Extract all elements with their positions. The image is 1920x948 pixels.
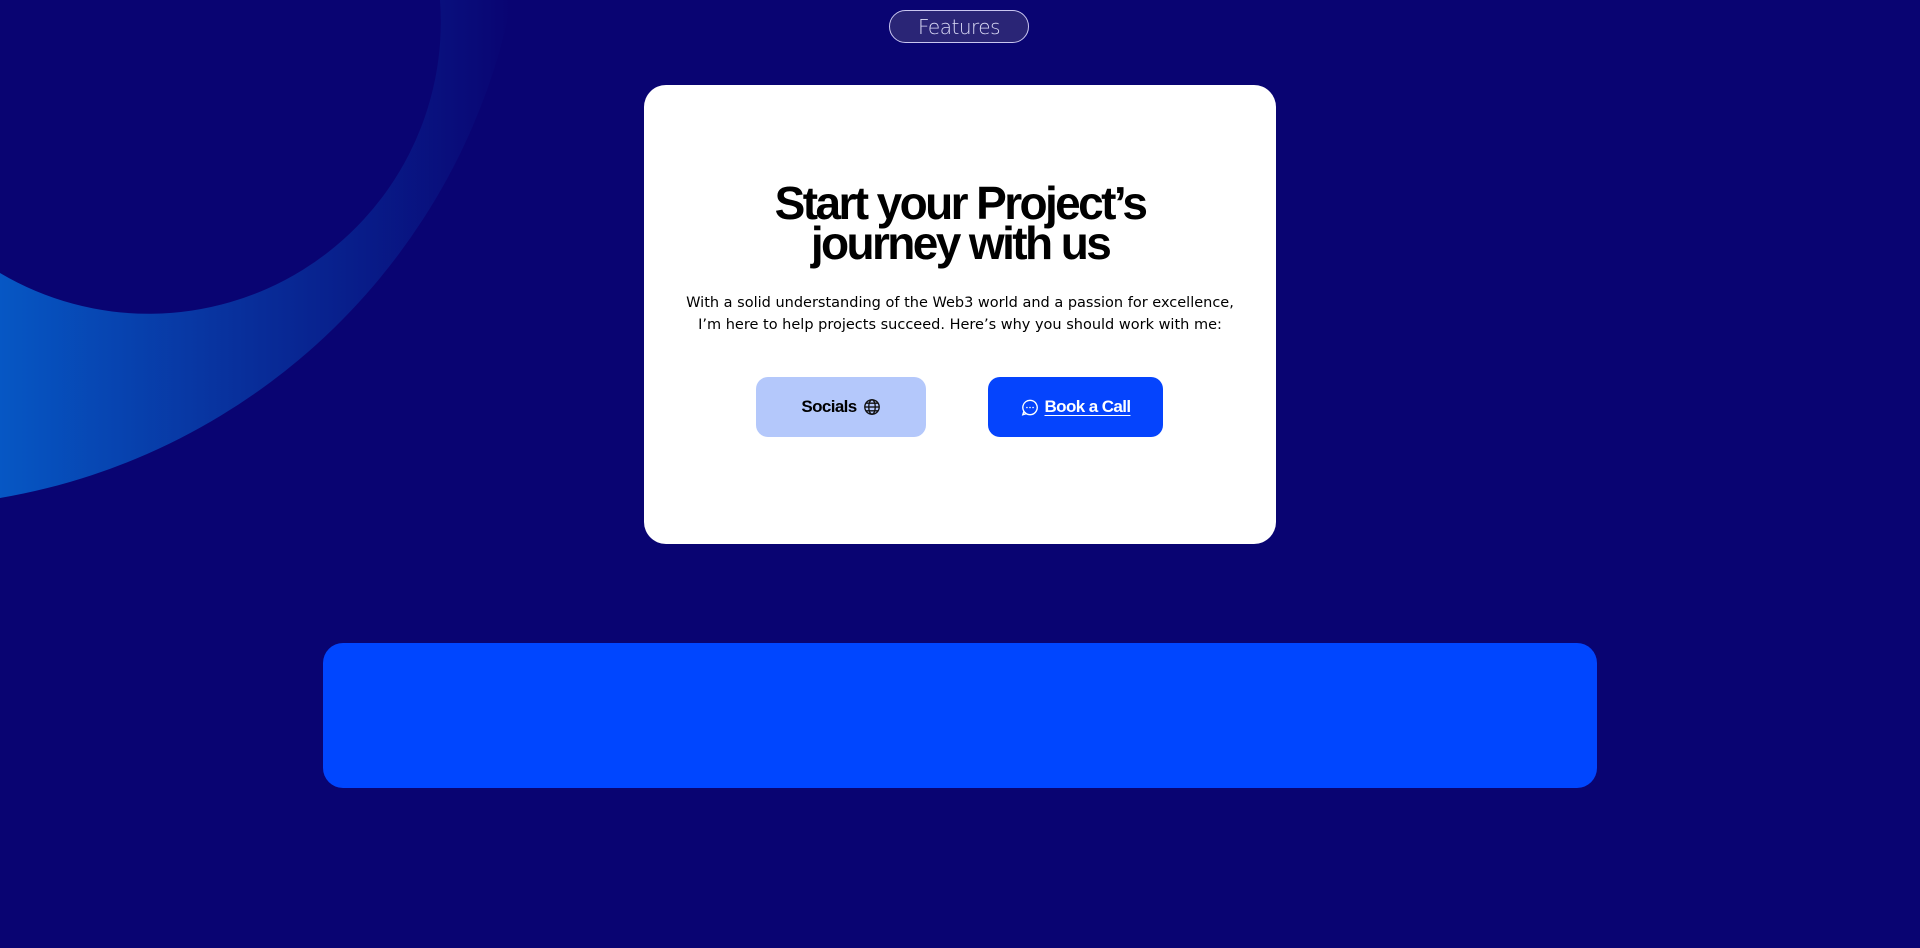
book-a-call-button[interactable]: Book a Call (988, 377, 1163, 437)
socials-button[interactable]: Socials (756, 377, 926, 437)
chat-bubble-icon (1021, 398, 1039, 416)
features-pill-button[interactable]: Features (889, 10, 1029, 43)
socials-button-label: Socials (801, 397, 857, 416)
cta-card: Start your Project’s journey with us Wit… (644, 85, 1276, 544)
hero-description-line-1: With a solid understanding of the Web3 w… (686, 295, 1234, 311)
blue-banner-section (323, 643, 1597, 788)
globe-icon (863, 398, 881, 416)
page-title-line-2: journey with us (810, 217, 1112, 269)
hero-description: With a solid understanding of the Web3 w… (644, 292, 1276, 336)
book-a-call-label: Book a Call (1044, 397, 1132, 416)
page-title: Start your Project’s journey with us (644, 180, 1276, 269)
hero-description-line-2: I’m here to help projects succeed. Here’… (698, 317, 1222, 333)
